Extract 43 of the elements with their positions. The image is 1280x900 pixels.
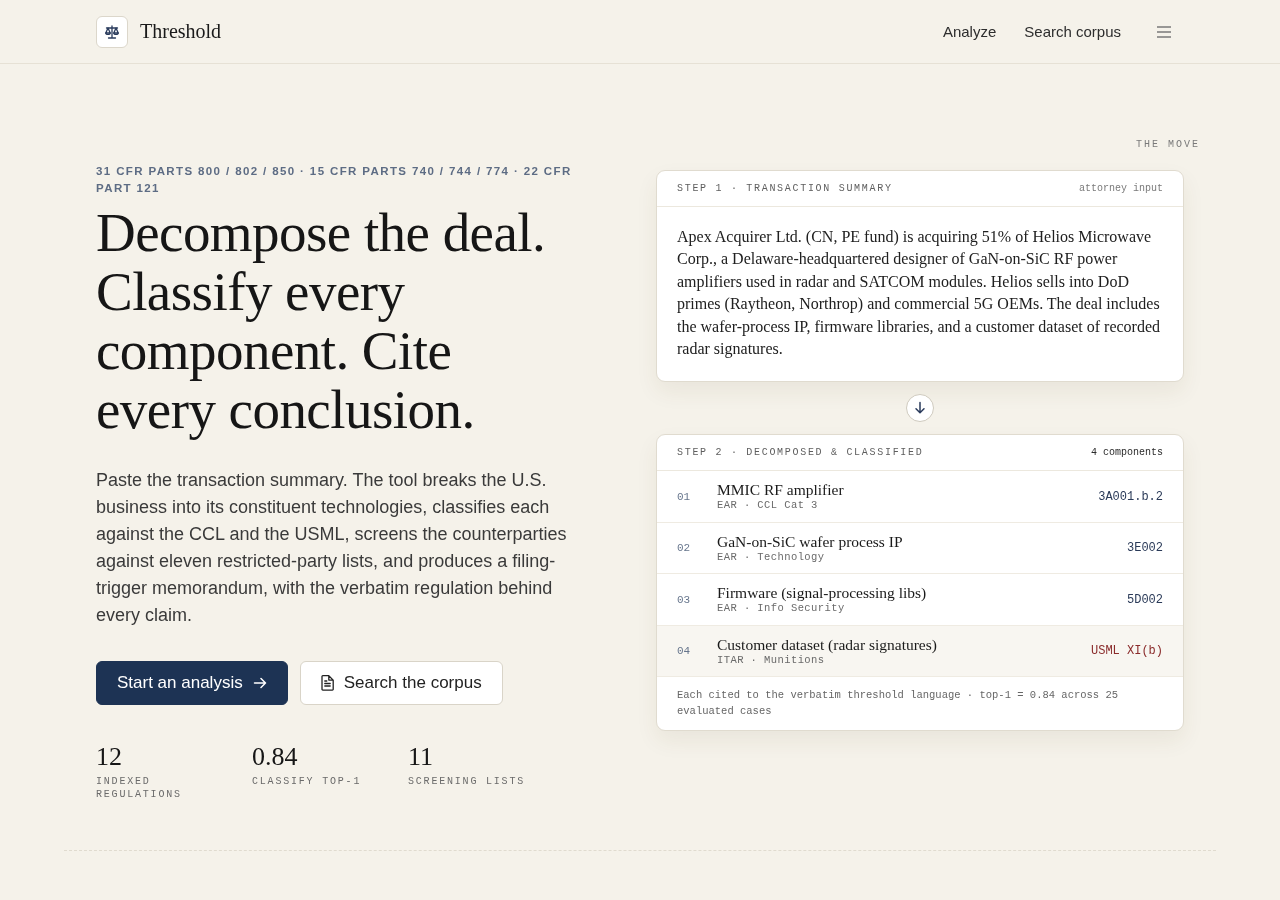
component-name: Firmware (signal-processing libs) bbox=[717, 584, 928, 602]
card-title: STEP 1 · TRANSACTION SUMMARY bbox=[677, 183, 893, 194]
classification-code: 3A001.b.2 bbox=[1098, 489, 1163, 504]
row-number: 03 bbox=[677, 593, 692, 606]
brand-name[interactable]: Threshold bbox=[140, 20, 222, 43]
component-name: Customer dataset (radar signatures) bbox=[717, 635, 938, 653]
stat-value: 11 bbox=[408, 743, 435, 771]
hero-description: Paste the transaction summary. The tool breaks the U.S. business into its constituent technologies, classifies each against the CCL and the USML, screens the counterparties against eleven restricted-party lists, and produces a filing-trigger memorandum, with the verbatim regulation behind every claim. bbox=[96, 469, 568, 627]
component-regime: EAR · Technology bbox=[717, 549, 826, 564]
section-label: THE MOVE bbox=[1136, 139, 1200, 151]
transaction-summary-text: Apex Acquirer Ltd. (CN, PE fund) is acquiring 51% of Helios Microwave Corp., a Delaware-headquartered designer of GaN-on-SiC RF power amplifiers used in radar and SATCOM modules. Helios sells into DoD primes (Raytheon, Northrop) and commercial 5G OEMs. The deal includes the wafer-process IP, firmware libraries, and a customer dataset of recorded radar signatures. bbox=[676, 227, 1162, 360]
component-count: 4 components bbox=[1091, 447, 1163, 459]
component-name: MMIC RF amplifier bbox=[717, 481, 845, 499]
stat-value: 0.84 bbox=[252, 743, 299, 771]
hero-headline: Decompose the deal. Classify every component. Cite every conclusion. bbox=[96, 203, 547, 439]
menu-button[interactable] bbox=[1157, 25, 1171, 38]
search-corpus-button[interactable]: Search the corpus bbox=[299, 661, 503, 705]
scales-icon bbox=[96, 15, 128, 48]
card-title: STEP 2 · DECOMPOSED & CLASSIFIED bbox=[677, 447, 924, 459]
regulation-citations: 31 CFR PARTS 800 / 802 / 850 · 15 CFR PARTS 740 / 744 / 774 · 22 CFR PART 121 bbox=[96, 164, 573, 196]
row-number: 02 bbox=[677, 542, 692, 555]
nav-link[interactable]: Analyze bbox=[942, 23, 997, 40]
arrow-down-icon bbox=[906, 394, 934, 423]
classification-code: 3E002 bbox=[1127, 541, 1163, 556]
stat-label: CLASSIFY TOP-1 bbox=[252, 775, 363, 788]
stat-value: 12 bbox=[96, 743, 123, 771]
menu-icon bbox=[1157, 25, 1171, 38]
component-name: GaN-on-SiC wafer process IP bbox=[717, 532, 904, 550]
component-regime: EAR · Info Security bbox=[717, 601, 846, 616]
stat-label: INDEXED REGULATIONS bbox=[96, 775, 183, 801]
start-analysis-button[interactable]: Start an analysis bbox=[96, 661, 288, 705]
component-regime: EAR · CCL Cat 3 bbox=[717, 498, 819, 513]
component-regime: ITAR · Munitions bbox=[717, 652, 826, 667]
card-footnote: Each cited to the verbatim threshold language · top-1 = 0.84 across 25 evaluated cases bbox=[676, 688, 1120, 720]
document-icon bbox=[320, 675, 334, 691]
arrow-right-icon bbox=[252, 676, 267, 690]
row-number: 01 bbox=[677, 490, 692, 503]
row-number: 04 bbox=[677, 645, 692, 658]
nav-link[interactable]: Search corpus bbox=[1024, 23, 1121, 40]
card-tag: attorney input bbox=[1079, 183, 1163, 194]
stat-label: SCREENING LISTS bbox=[408, 775, 526, 788]
classification-code: 5D002 bbox=[1127, 592, 1163, 607]
classification-code: USML XI(b) bbox=[1091, 644, 1163, 659]
